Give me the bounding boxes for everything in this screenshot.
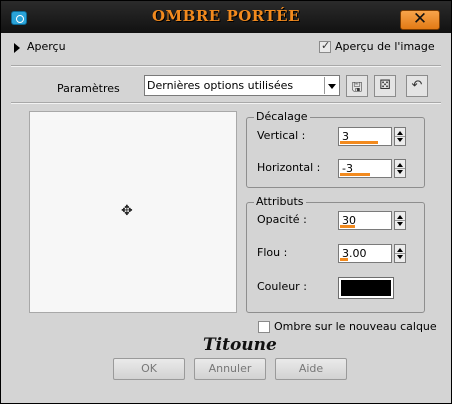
blur-input[interactable]: 3.00 <box>338 244 392 263</box>
dice-icon: ⚄ <box>379 78 391 93</box>
new-layer-label[interactable]: Ombre sur le nouveau calque <box>274 320 437 333</box>
close-button[interactable]: ✕ <box>400 9 440 30</box>
reset-icon: ↶ <box>411 78 423 93</box>
color-swatch-fill <box>341 280 391 296</box>
pan-cursor-icon: ✥ <box>121 203 133 219</box>
blur-slider-bar[interactable] <box>340 258 348 261</box>
blur-stepper[interactable] <box>394 244 406 263</box>
color-swatch[interactable] <box>338 277 394 299</box>
new-layer-checkbox[interactable] <box>258 321 270 333</box>
vertical-stepper[interactable] <box>394 127 406 146</box>
offset-group-label: Décalage <box>254 110 310 123</box>
preset-dropdown[interactable]: Dernières options utilisées <box>144 75 340 96</box>
opacity-stepper[interactable] <box>394 211 406 230</box>
preview-canvas[interactable]: ✥ <box>29 111 237 313</box>
title-bar[interactable]: OMBRE PORTÉE ✕ <box>1 1 451 33</box>
arrow-down-icon[interactable] <box>397 170 403 174</box>
vertical-input[interactable]: 3 <box>338 127 392 146</box>
image-preview-label[interactable]: Aperçu de l'image <box>335 40 435 53</box>
save-preset-button[interactable]: 🖫 <box>346 75 368 97</box>
horizontal-stepper[interactable] <box>394 159 406 178</box>
arrow-down-icon[interactable] <box>397 255 403 259</box>
vertical-spinner[interactable]: 3 <box>338 127 406 146</box>
help-button[interactable]: Aide <box>275 358 347 380</box>
params-label: Paramètres <box>57 82 120 95</box>
expand-triangle-icon[interactable] <box>14 43 20 53</box>
signature-watermark: Titoune <box>203 335 277 355</box>
attributes-group-label: Attributs <box>254 195 306 208</box>
arrow-up-icon[interactable] <box>397 131 403 135</box>
save-icon: 🖫 <box>351 80 363 95</box>
dialog-window: OMBRE PORTÉE ✕ Aperçu Aperçu de l'image … <box>0 0 452 404</box>
preset-value: Dernières options utilisées <box>147 79 294 92</box>
vertical-label: Vertical : <box>257 129 306 142</box>
opacity-slider-bar[interactable] <box>340 225 355 228</box>
preview-toggle-label[interactable]: Aperçu <box>27 40 66 53</box>
horizontal-slider-bar[interactable] <box>340 173 370 176</box>
horizontal-input[interactable]: -3 <box>338 159 392 178</box>
arrow-up-icon[interactable] <box>397 215 403 219</box>
arrow-up-icon[interactable] <box>397 248 403 252</box>
dialog-title: OMBRE PORTÉE <box>151 7 301 25</box>
horizontal-spinner[interactable]: -3 <box>338 159 406 178</box>
blur-spinner[interactable]: 3.00 <box>338 244 406 263</box>
divider <box>11 65 441 67</box>
opacity-spinner[interactable]: 30 <box>338 211 406 230</box>
color-label: Couleur : <box>257 280 307 293</box>
chevron-down-icon[interactable] <box>324 77 338 94</box>
preview-row: Aperçu Aperçu de l'image <box>1 35 451 61</box>
horizontal-label: Horizontal : <box>257 161 321 174</box>
opacity-label: Opacité : <box>257 213 307 226</box>
vertical-slider-bar[interactable] <box>340 141 378 144</box>
cancel-button[interactable]: Annuler <box>194 358 266 380</box>
arrow-down-icon[interactable] <box>397 138 403 142</box>
close-icon: ✕ <box>412 9 428 29</box>
divider <box>11 102 441 104</box>
reset-preset-button[interactable]: ↶ <box>406 75 428 97</box>
random-preset-button[interactable]: ⚄ <box>374 75 396 97</box>
arrow-up-icon[interactable] <box>397 163 403 167</box>
blur-label: Flou : <box>257 246 288 259</box>
ok-button[interactable]: OK <box>113 358 185 380</box>
opacity-input[interactable]: 30 <box>338 211 392 230</box>
image-preview-checkbox[interactable] <box>319 39 331 53</box>
arrow-down-icon[interactable] <box>397 222 403 226</box>
